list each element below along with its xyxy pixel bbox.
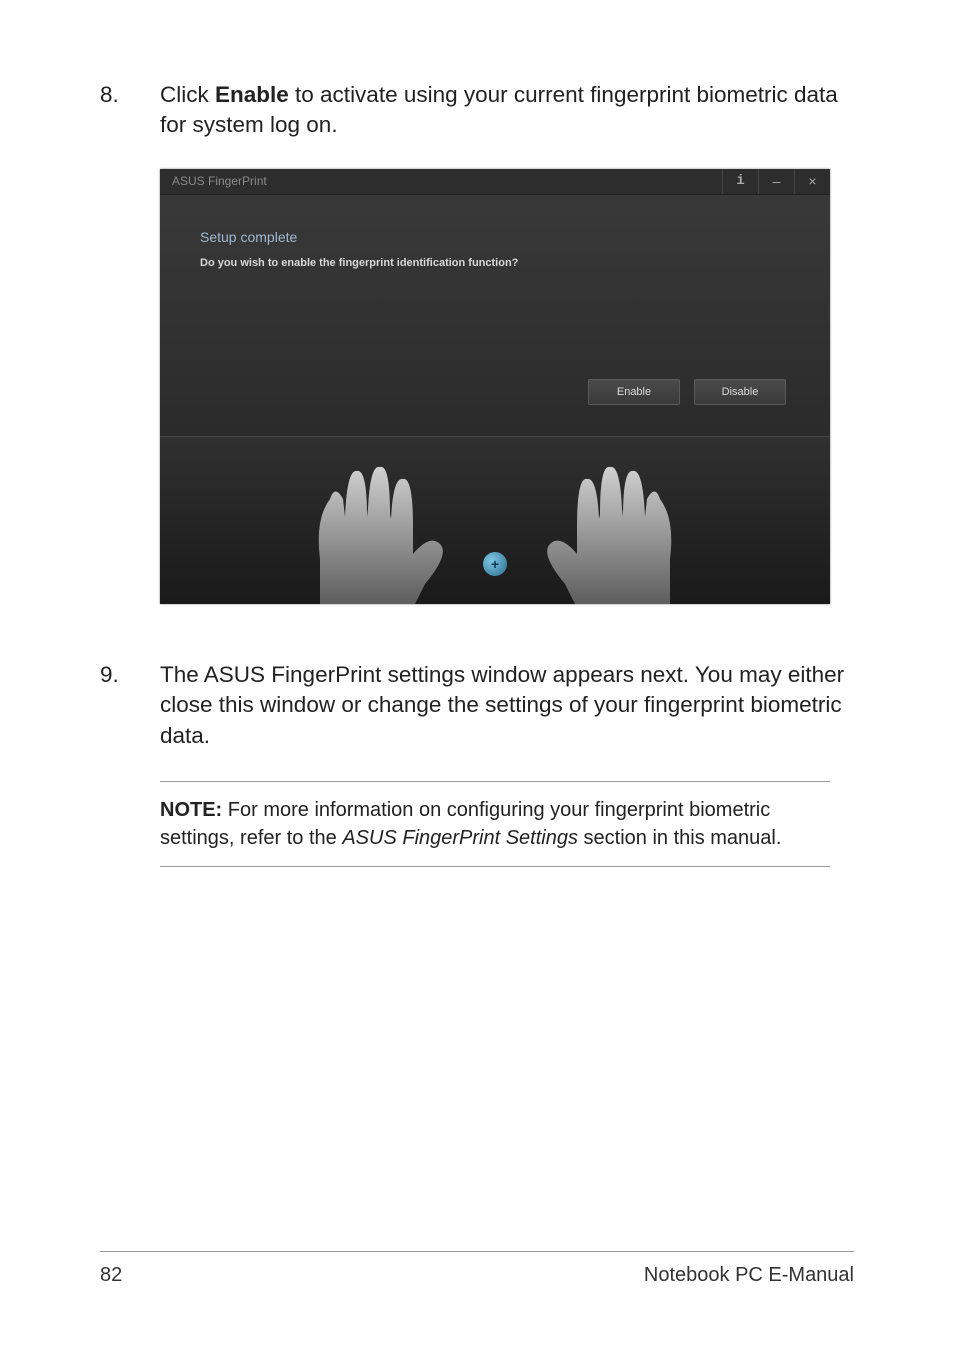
step-8: 8. Click Enable to activate using your c… xyxy=(100,80,854,141)
step-9-number: 9. xyxy=(100,660,160,690)
hands-panel: + xyxy=(160,436,830,604)
left-hand-icon xyxy=(275,459,460,604)
minimize-button[interactable]: – xyxy=(758,169,794,194)
info-button[interactable]: i xyxy=(722,169,758,194)
note-label: NOTE: xyxy=(160,799,222,821)
disable-button[interactable]: Disable xyxy=(694,379,786,405)
footer-title: Notebook PC E-Manual xyxy=(644,1264,854,1287)
note-block: NOTE: For more information on configurin… xyxy=(160,781,830,867)
titlebar-buttons: i – × xyxy=(722,169,830,194)
step-9: 9. The ASUS FingerPrint settings window … xyxy=(100,660,854,751)
step-9-text: The ASUS FingerPrint settings window app… xyxy=(160,660,854,751)
step-8-bold: Enable xyxy=(215,82,289,107)
add-fingerprint-button[interactable]: + xyxy=(483,552,507,576)
step-8-prefix: Click xyxy=(160,82,215,107)
step-8-number: 8. xyxy=(100,80,160,110)
page-number: 82 xyxy=(100,1264,122,1287)
close-button[interactable]: × xyxy=(794,169,830,194)
page-footer: 82 Notebook PC E-Manual xyxy=(100,1251,854,1287)
note-suffix: section in this manual. xyxy=(578,827,781,849)
dialog-heading: Setup complete xyxy=(200,229,297,245)
button-row: Enable Disable xyxy=(588,379,786,405)
enable-button[interactable]: Enable xyxy=(588,379,680,405)
right-hand-icon xyxy=(530,459,715,604)
dialog-screenshot: ASUS FingerPrint i – × Setup complete Do… xyxy=(160,169,830,604)
step-8-text: Click Enable to activate using your curr… xyxy=(160,80,854,141)
note-italic: ASUS FingerPrint Settings xyxy=(342,827,578,849)
titlebar: ASUS FingerPrint i – × xyxy=(160,169,830,195)
dialog-subheading: Do you wish to enable the fingerprint id… xyxy=(200,257,518,269)
window-title: ASUS FingerPrint xyxy=(172,174,267,188)
